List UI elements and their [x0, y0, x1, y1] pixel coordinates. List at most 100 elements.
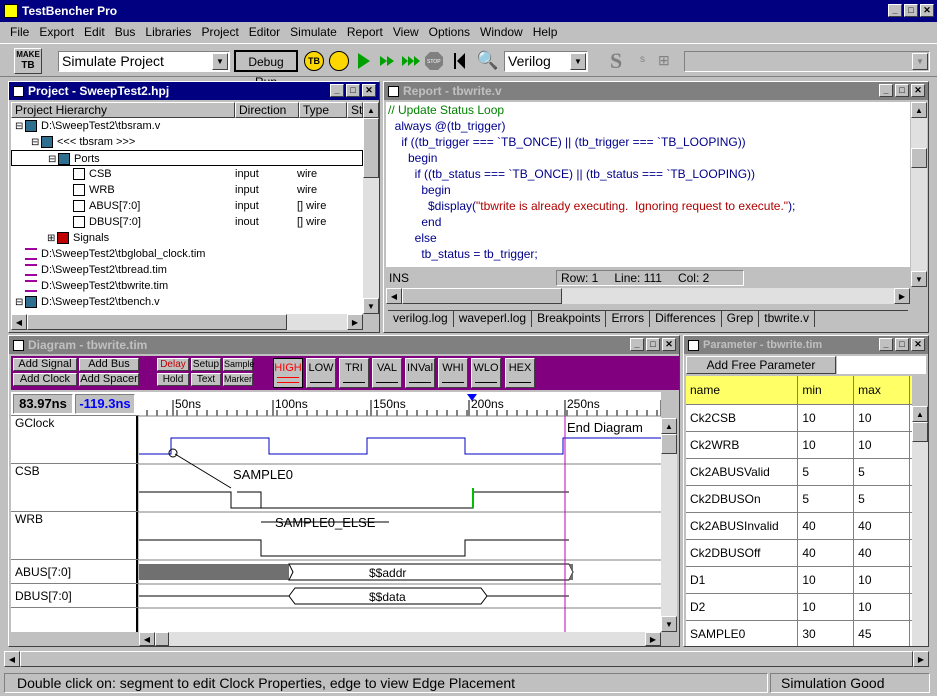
close-icon[interactable]: ✕ — [662, 338, 676, 351]
close-icon[interactable]: ✕ — [920, 4, 934, 17]
parameter-row[interactable]: Ck2DBUSOff 40 40 — [686, 539, 912, 567]
minimize-icon[interactable]: _ — [879, 84, 893, 97]
menu-item-view[interactable]: View — [393, 25, 419, 39]
mdi-hscroll[interactable]: ◀ ▶ — [4, 651, 929, 667]
close-icon[interactable]: ✕ — [362, 84, 376, 97]
menu-item-simulate[interactable]: Simulate — [290, 25, 337, 39]
col-hierarchy[interactable]: Project Hierarchy — [11, 102, 235, 118]
param-cell[interactable]: 5 — [853, 485, 910, 513]
maximize-icon[interactable]: □ — [646, 338, 660, 351]
tree-item[interactable]: D:\SweepTest2\tbglobal_clock.tim — [11, 246, 363, 262]
scroll-thumb[interactable] — [911, 148, 927, 168]
scroll-up-icon[interactable]: ▲ — [911, 102, 927, 118]
code-editor[interactable]: // Update Status Loop always @(tb_trigge… — [386, 102, 910, 267]
parameter-row[interactable]: D1 10 10 — [686, 566, 912, 594]
scroll-down-icon[interactable]: ▼ — [661, 616, 677, 632]
param-col-header[interactable]: name — [686, 376, 799, 405]
close-icon[interactable]: ✕ — [911, 84, 925, 97]
parameter-row[interactable]: Ck2ABUSValid 5 5 — [686, 458, 912, 486]
tree-item[interactable]: ⊞ Signals — [11, 230, 363, 246]
parameter-row[interactable]: SAMPLE0 30 45 — [686, 620, 912, 646]
marker-button[interactable]: Marker — [223, 373, 253, 386]
scroll-thumb[interactable] — [661, 434, 677, 454]
param-cell[interactable]: 45 — [853, 620, 910, 646]
tree-item[interactable]: DBUS[7:0] inout [] wire — [11, 214, 363, 230]
tree-item[interactable]: ⊟ Ports — [11, 150, 363, 166]
tree-expander-icon[interactable]: ⊞ — [47, 231, 57, 247]
col-type[interactable]: Type — [299, 102, 347, 118]
add-spacer-button[interactable]: Add Spacer — [79, 373, 139, 386]
param-cell[interactable]: SAMPLE0 — [686, 620, 799, 646]
state-button-val[interactable]: VAL — [372, 358, 402, 388]
report-hscroll[interactable]: ◀ ▶ — [386, 288, 910, 304]
project-vscroll[interactable]: ▲ ▼ — [363, 102, 379, 314]
tree-item[interactable]: ⊟ D:\SweepTest2\tbench.v — [11, 294, 363, 310]
debug-step-icon[interactable] — [329, 51, 349, 71]
param-cell[interactable]: 5 — [797, 458, 855, 486]
param-cell[interactable]: D1 — [686, 566, 799, 594]
hold-button[interactable]: Hold — [157, 373, 189, 386]
waveform-canvas[interactable]: 50ns100ns150ns200ns250ns30SAMPLE0SAMPLE0… — [139, 392, 661, 632]
param-cell[interactable]: Ck2ABUSValid — [686, 458, 799, 486]
tree-item[interactable]: CSB input wire — [11, 166, 363, 182]
scroll-thumb[interactable] — [363, 118, 379, 178]
chevron-down-icon[interactable]: ▼ — [570, 53, 586, 70]
project-hscroll[interactable]: ◀ ▶ — [11, 314, 363, 330]
parameter-row[interactable]: Ck2DBUSOn 5 5 — [686, 485, 912, 513]
scroll-thumb[interactable] — [912, 422, 928, 442]
param-cell[interactable]: 10 — [797, 404, 855, 432]
col-direction[interactable]: Direction — [235, 102, 299, 118]
param-cell[interactable]: 40 — [853, 512, 910, 540]
param-cell[interactable]: 40 — [797, 512, 855, 540]
parameter-row[interactable]: D2 10 10 — [686, 593, 912, 621]
parameter-vscroll[interactable]: ▲ — [912, 406, 928, 646]
report-tab[interactable]: Errors — [606, 311, 651, 327]
add-bus-button[interactable]: Add Bus — [79, 358, 139, 371]
report-vscroll[interactable]: ▲ ▼ — [911, 102, 927, 287]
minimize-icon[interactable]: _ — [630, 338, 644, 351]
tree-item[interactable]: ABUS[7:0] input [] wire — [11, 198, 363, 214]
scroll-right-icon[interactable]: ▶ — [645, 632, 661, 646]
param-cell[interactable]: 10 — [797, 431, 855, 459]
simulate-select[interactable]: Simulate Project ▼ — [58, 51, 230, 72]
report-tab[interactable]: Grep — [722, 311, 760, 327]
tree-item[interactable]: ⊟ <<< tbsram >>> — [11, 134, 363, 150]
setup-button[interactable]: Setup — [191, 358, 221, 371]
param-cell[interactable]: 5 — [853, 458, 910, 486]
signal-name[interactable]: ABUS[7:0] — [11, 560, 139, 584]
parameter-row[interactable]: Ck2CSB 10 10 — [686, 404, 912, 432]
menu-item-file[interactable]: File — [10, 25, 29, 39]
param-col-header[interactable]: min — [797, 376, 855, 405]
param-cell[interactable]: 10 — [853, 566, 910, 594]
param-cell[interactable]: Ck2DBUSOn — [686, 485, 799, 513]
menu-item-bus[interactable]: Bus — [115, 25, 136, 39]
scroll-right-icon[interactable]: ▶ — [913, 651, 929, 667]
param-col-header[interactable]: max — [853, 376, 910, 405]
scroll-down-icon[interactable]: ▼ — [363, 298, 379, 314]
scroll-thumb[interactable] — [402, 288, 562, 304]
report-tab[interactable]: Differences — [650, 311, 722, 327]
make-tb-button[interactable]: MAKE TB — [14, 48, 42, 74]
tree-item[interactable]: WRB input wire — [11, 182, 363, 198]
tb-icon[interactable]: TB — [304, 51, 324, 71]
debug-run-button[interactable]: Debug Run — [234, 50, 298, 89]
menu-item-window[interactable]: Window — [480, 25, 523, 39]
scroll-up-icon[interactable]: ▲ — [912, 406, 928, 422]
chevron-down-icon[interactable]: ▼ — [912, 53, 928, 70]
minimize-icon[interactable]: _ — [330, 84, 344, 97]
hierarchy-icon[interactable]: ⊞ — [658, 52, 670, 69]
scroll-right-icon[interactable]: ▶ — [894, 288, 910, 304]
add-free-parameter-button[interactable]: Add Free Parameter — [686, 356, 836, 374]
toolbar-combo[interactable]: ▼ — [684, 51, 930, 72]
param-cell[interactable]: 10 — [853, 404, 910, 432]
menu-item-project[interactable]: Project — [201, 25, 238, 39]
scroll-down-icon[interactable]: ▼ — [911, 271, 927, 287]
col-status[interactable]: St — [347, 102, 363, 118]
maximize-icon[interactable]: □ — [346, 84, 360, 97]
close-icon[interactable]: ✕ — [911, 338, 925, 351]
menu-item-export[interactable]: Export — [39, 25, 74, 39]
s-icon[interactable]: S — [610, 48, 622, 74]
scroll-left-icon[interactable]: ◀ — [386, 288, 402, 304]
param-cell[interactable]: Ck2DBUSOff — [686, 539, 799, 567]
minimize-icon[interactable]: _ — [888, 4, 902, 17]
